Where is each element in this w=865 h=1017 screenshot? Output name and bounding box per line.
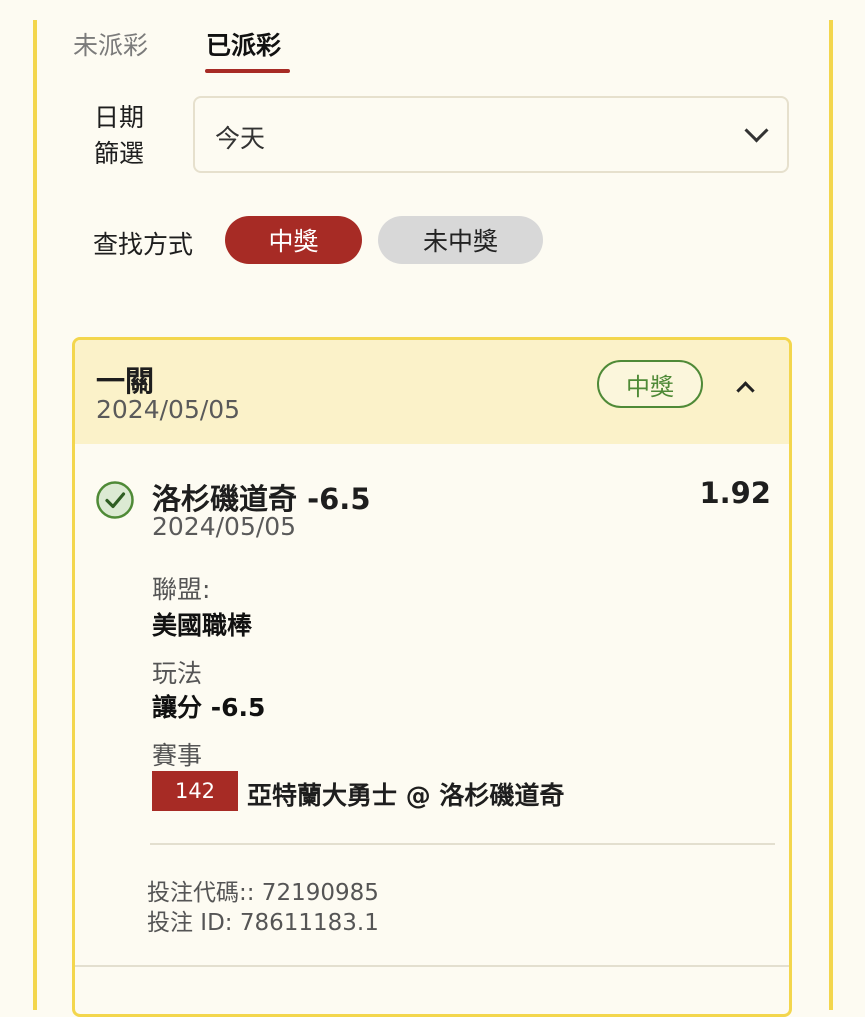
match-number-badge: 142 bbox=[152, 771, 238, 811]
league-label: 聯盟: bbox=[152, 575, 211, 604]
bet-code: 投注代碼:: 72190985 bbox=[147, 880, 379, 906]
bet-card: 一關 2024/05/05 中獎 洛杉磯道奇 -6.5 1.92 2024/05… bbox=[72, 337, 792, 1017]
match-name: 亞特蘭大勇士 @ 洛杉磯道奇 bbox=[247, 781, 565, 810]
active-tab-indicator bbox=[205, 69, 290, 73]
date-filter-label: 日期篩選 bbox=[94, 103, 145, 168]
selection-odds: 1.92 bbox=[699, 476, 771, 510]
check-circle-icon bbox=[96, 481, 134, 519]
date-filter-select[interactable]: 今天 bbox=[193, 96, 789, 173]
divider bbox=[75, 965, 789, 967]
chevron-down-icon bbox=[744, 118, 769, 143]
bet-type-label: 玩法 bbox=[152, 659, 203, 688]
bet-id: 投注 ID: 78611183.1 bbox=[147, 910, 379, 936]
filter-win-button[interactable]: 中獎 bbox=[225, 216, 362, 264]
match-label: 賽事 bbox=[152, 741, 203, 770]
search-method-label: 查找方式 bbox=[93, 230, 194, 259]
tab-paid[interactable]: 已派彩 bbox=[206, 26, 281, 62]
chevron-up-icon[interactable] bbox=[736, 381, 755, 400]
league-value: 美國職棒 bbox=[152, 611, 253, 640]
filter-lose-button[interactable]: 未中獎 bbox=[378, 216, 543, 264]
bet-type-value: 讓分 -6.5 bbox=[152, 693, 266, 722]
result-badge: 中獎 bbox=[597, 360, 703, 408]
date-filter-value: 今天 bbox=[215, 124, 266, 153]
bet-date: 2024/05/05 bbox=[96, 395, 241, 424]
tab-unpaid[interactable]: 未派彩 bbox=[73, 26, 148, 62]
selection-date: 2024/05/05 bbox=[152, 512, 297, 541]
divider bbox=[150, 843, 775, 845]
bet-card-header[interactable]: 一關 2024/05/05 中獎 bbox=[75, 340, 789, 444]
bet-type-title: 一關 bbox=[96, 364, 155, 398]
